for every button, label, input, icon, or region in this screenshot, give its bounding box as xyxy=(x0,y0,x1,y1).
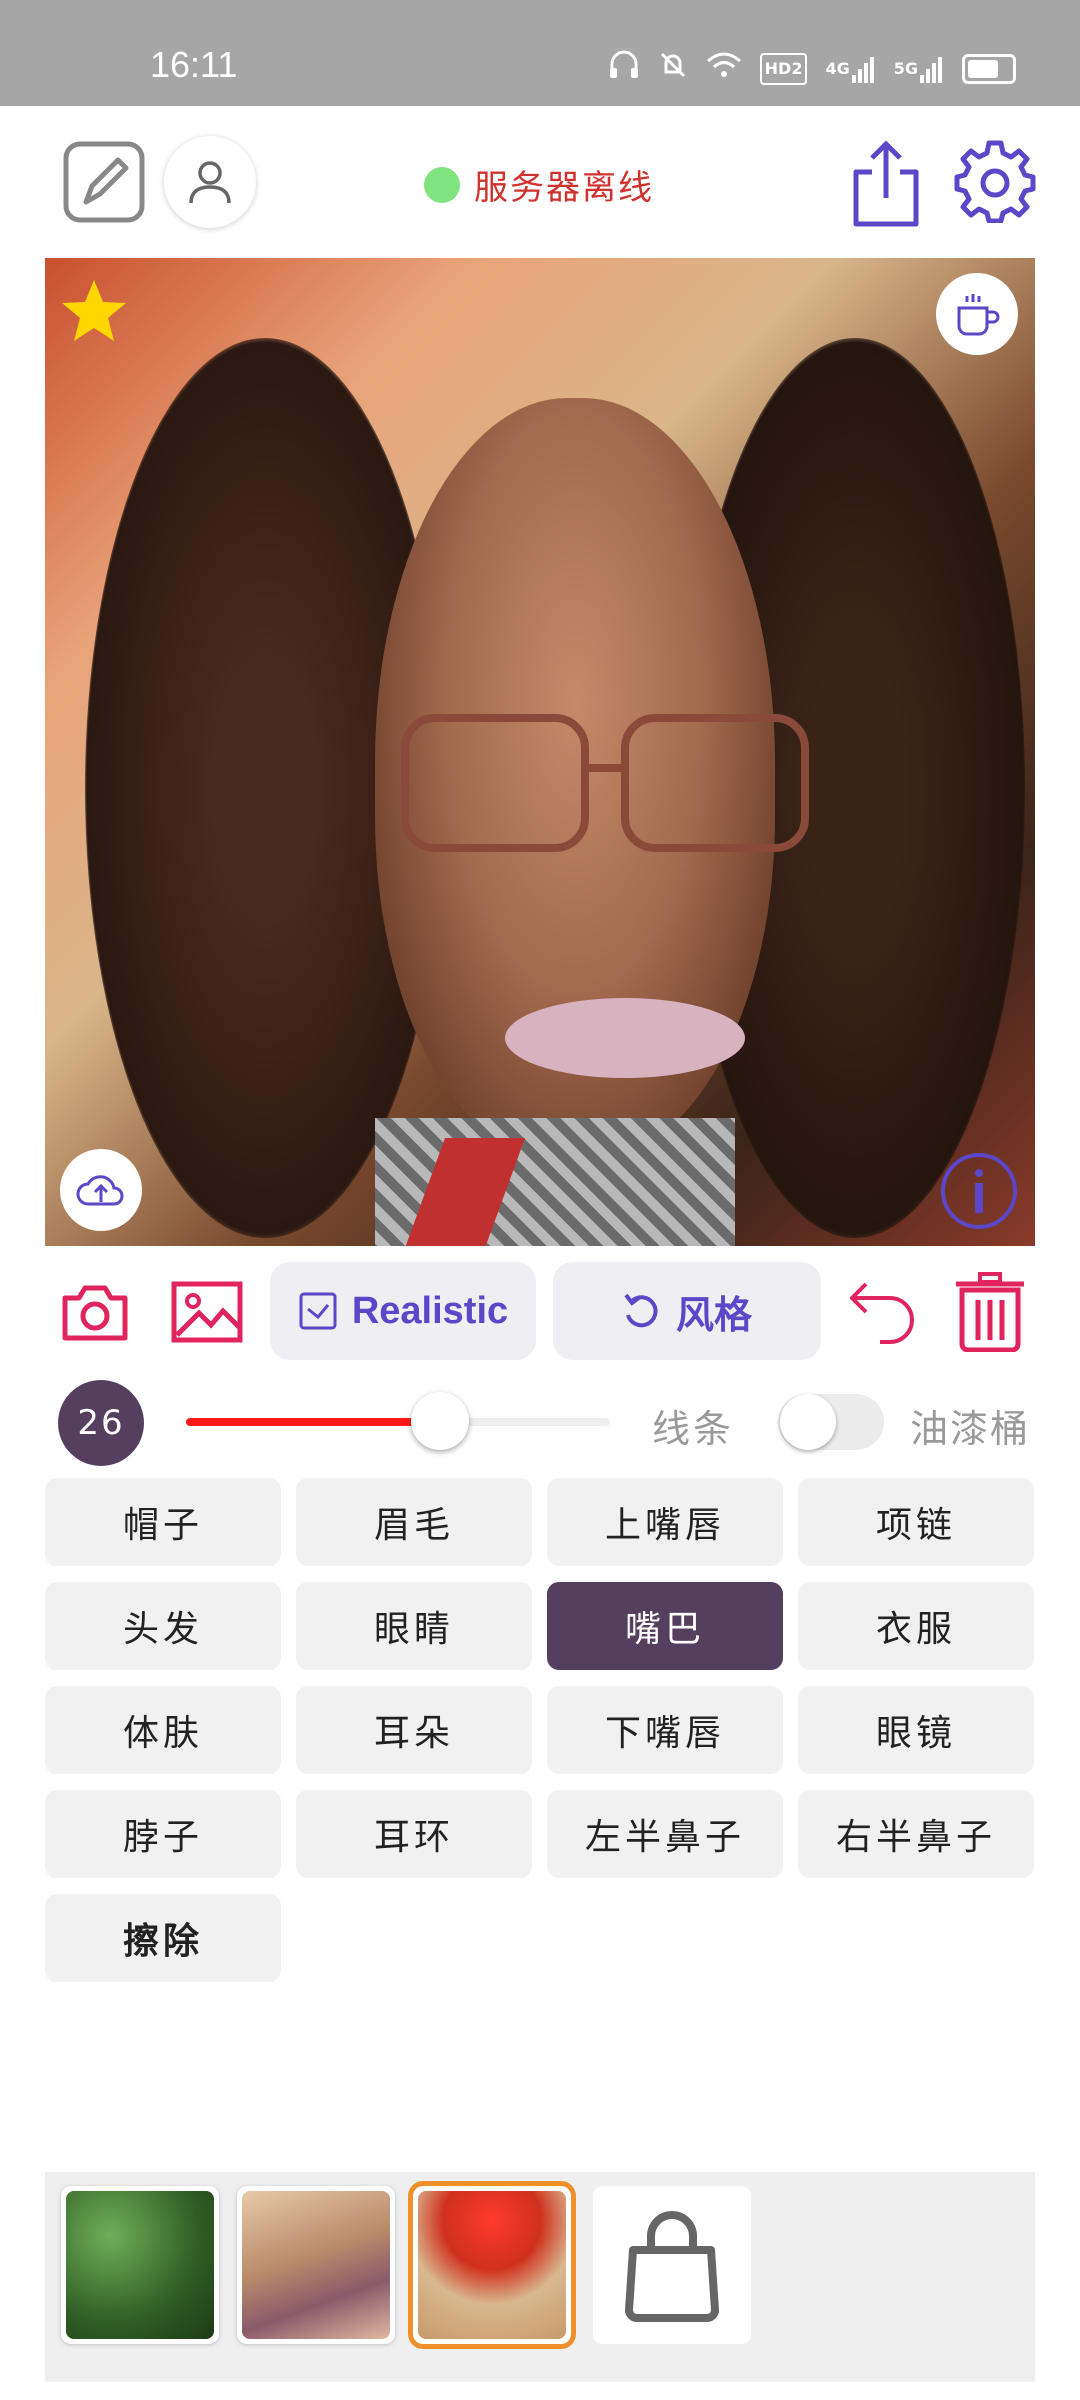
glasses-region xyxy=(401,714,809,852)
delete-button[interactable] xyxy=(950,1272,1030,1352)
user-icon xyxy=(189,161,231,204)
red-tree-style xyxy=(418,2191,566,2339)
edit-draw-button[interactable] xyxy=(62,140,146,224)
part-button[interactable]: 项链 xyxy=(798,1478,1034,1566)
hd2-icon: HD2 xyxy=(759,53,808,85)
part-button[interactable]: 脖子 xyxy=(45,1790,281,1878)
status-bar: 16:11 HD2 4G 5G xyxy=(0,0,1080,106)
style-thumb-red-tree[interactable] xyxy=(413,2186,571,2344)
camera-icon xyxy=(62,1285,128,1341)
4g-signal-icon: 4G xyxy=(825,55,875,83)
style-thumb-green[interactable] xyxy=(61,2186,219,2344)
style-realistic-label: Realistic xyxy=(351,1289,509,1332)
style-label: 风格 xyxy=(675,1294,752,1337)
style-realistic-button[interactable]: Realistic xyxy=(270,1262,536,1360)
part-button[interactable]: 耳朵 xyxy=(296,1686,532,1774)
share-button[interactable] xyxy=(846,138,926,228)
user-profile-button[interactable] xyxy=(164,136,256,228)
shop-button[interactable] xyxy=(593,2186,751,2344)
cloud-upload-icon xyxy=(76,1175,124,1206)
rotate-icon xyxy=(624,1293,658,1328)
style-thumb-lace[interactable] xyxy=(237,2186,395,2344)
parts-grid: 帽子 眉毛 上嘴唇 项链头发 眼睛 嘴巴 衣服体肤 耳朵 下嘴唇 眼镜脖子 耳环 左半鼻子 右半鼻子擦除 xyxy=(45,1478,1035,1982)
server-status-label: 服务器离线 xyxy=(474,168,654,208)
style-strip xyxy=(45,2172,1035,2382)
part-button[interactable]: 眼睛 xyxy=(296,1582,532,1670)
image-icon xyxy=(171,1281,243,1343)
gear-icon xyxy=(954,140,1036,223)
part-button[interactable]: 下嘴唇 xyxy=(547,1686,783,1774)
status-icons: HD2 4G 5G xyxy=(608,50,1016,88)
info-icon xyxy=(941,1153,1017,1229)
tool-row: Realistic 风格 xyxy=(0,1262,1080,1362)
part-button[interactable]: 右半鼻子 xyxy=(798,1790,1034,1878)
bucket-toggle[interactable] xyxy=(778,1394,884,1450)
part-button[interactable]: 眼镜 xyxy=(798,1686,1034,1774)
part-button[interactable]: 衣服 xyxy=(798,1582,1034,1670)
line-mode-label: 线条 xyxy=(652,1407,735,1451)
5g-signal-icon: 5G xyxy=(894,55,944,83)
wifi-icon xyxy=(706,51,742,87)
headphones-icon xyxy=(608,50,640,88)
share-icon xyxy=(853,140,919,227)
part-button[interactable]: 擦除 xyxy=(45,1894,281,1982)
shop-bag-icon xyxy=(625,2211,719,2322)
part-button[interactable]: 上嘴唇 xyxy=(547,1478,783,1566)
undo-button[interactable] xyxy=(846,1276,918,1348)
bell-off-icon xyxy=(658,50,688,88)
bucket-mode-label: 油漆桶 xyxy=(910,1407,1031,1451)
brush-size-slider[interactable] xyxy=(186,1392,610,1450)
star-icon xyxy=(62,280,126,341)
part-button[interactable]: 嘴巴 xyxy=(547,1582,783,1670)
toggle-knob xyxy=(780,1394,836,1450)
settings-button[interactable] xyxy=(952,138,1038,224)
camera-button[interactable] xyxy=(60,1280,130,1344)
checkbox-icon xyxy=(299,1292,337,1330)
style-button[interactable]: 风格 xyxy=(553,1262,821,1360)
5g-label: 5G xyxy=(893,59,918,78)
server-status: 服务器离线 xyxy=(424,160,654,209)
part-button[interactable]: 帽子 xyxy=(45,1478,281,1566)
brush-size-badge: 26 xyxy=(58,1380,144,1466)
pencil-square-icon xyxy=(63,141,145,223)
brush-row: 26 线条 油漆桶 xyxy=(0,1380,1080,1466)
gallery-button[interactable] xyxy=(170,1278,244,1346)
status-time: 16:11 xyxy=(150,44,238,85)
slider-fill xyxy=(186,1418,441,1426)
part-button[interactable]: 头发 xyxy=(45,1582,281,1670)
part-button[interactable]: 耳环 xyxy=(296,1790,532,1878)
server-status-dot xyxy=(424,166,460,203)
lips-region xyxy=(505,998,745,1078)
4g-label: 4G xyxy=(825,59,850,78)
part-button[interactable]: 眉毛 xyxy=(296,1478,532,1566)
slider-thumb[interactable] xyxy=(411,1392,470,1450)
info-button[interactable] xyxy=(939,1151,1019,1231)
part-button[interactable]: 左半鼻子 xyxy=(547,1790,783,1878)
photo-canvas[interactable] xyxy=(45,258,1035,1246)
coffee-button[interactable] xyxy=(936,273,1018,355)
battery-icon xyxy=(962,54,1016,84)
trash-icon xyxy=(956,1272,1024,1352)
green-foliage-style xyxy=(66,2191,214,2339)
part-button[interactable]: 体肤 xyxy=(45,1686,281,1774)
favorite-button[interactable] xyxy=(59,276,129,346)
upload-button[interactable] xyxy=(60,1149,142,1231)
lace-texture-style xyxy=(242,2191,390,2339)
undo-icon xyxy=(850,1282,914,1344)
coffee-cup-icon xyxy=(957,294,1000,336)
